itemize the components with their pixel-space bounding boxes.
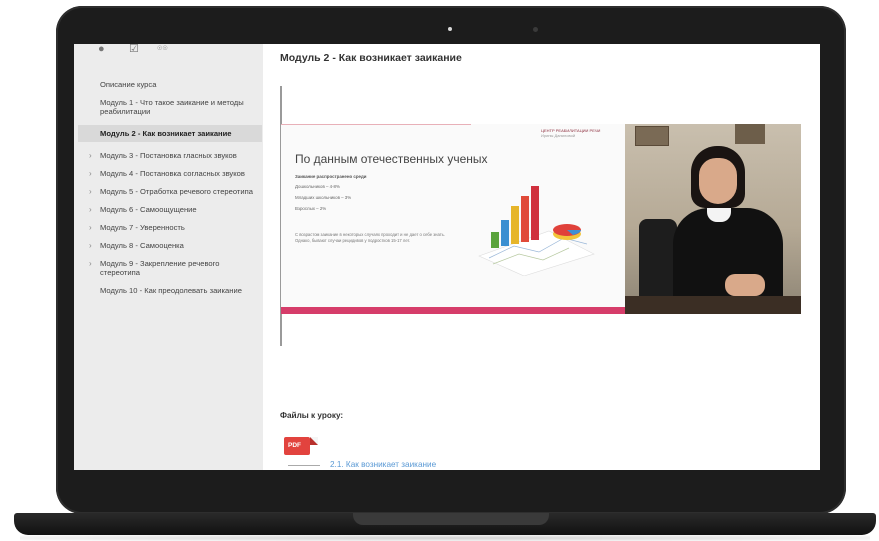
- laptop-screen: ● ☑ ☉☉ Описание курса Модуль 1 - Что так…: [74, 44, 820, 470]
- presenter-desk: [625, 296, 801, 314]
- page-title: Модуль 2 - Как возникает заикание: [280, 52, 462, 64]
- lesson-video-player[interactable]: ЦЕНТР РЕАБИЛИТАЦИИ РЕЧИ Ирины Даниловой …: [281, 124, 801, 314]
- chevron-right-icon: ›: [89, 241, 92, 250]
- sidebar-item-module-5[interactable]: › Модуль 5 - Отработка речевого стереотип…: [86, 187, 258, 196]
- pdf-file-corner: [310, 437, 318, 445]
- sidebar-item-module-9[interactable]: › Модуль 9 - Закрепление речевого стереот…: [86, 259, 258, 277]
- wall-picture: [735, 124, 765, 144]
- files-heading: Файлы к уроку:: [280, 411, 344, 420]
- sidebar-item-module-2[interactable]: Модуль 2 - Как возникает заикание: [78, 125, 262, 142]
- sidebar-item-description[interactable]: Описание курса: [86, 80, 258, 89]
- presenter-face: [699, 158, 737, 204]
- slide-bottom-bar: [281, 307, 625, 314]
- sidebar-item-label: Описание курса: [100, 80, 157, 89]
- sidebar-item-module-10[interactable]: Модуль 10 - Как преодолевать заикание: [86, 286, 258, 295]
- lesson-file-link[interactable]: 2.1. Как возникает заикание: [330, 460, 436, 469]
- slide-stat: Младших школьников – 3%: [295, 195, 352, 200]
- slide-heading: По данным отечественных ученых: [295, 152, 488, 166]
- presenter-video: [625, 124, 801, 314]
- glasses-icon[interactable]: ☉☉: [157, 44, 168, 54]
- chevron-right-icon: ›: [89, 205, 92, 214]
- laptop-shadow: [20, 535, 870, 541]
- sidebar-item-label: Модуль 3 - Постановка гласных звуков: [100, 151, 237, 160]
- laptop-notch: [353, 513, 549, 525]
- sidebar-item-label: Модуль 8 - Самооценка: [100, 241, 184, 250]
- play-circle-icon[interactable]: ●: [98, 44, 105, 55]
- file-divider: [288, 465, 320, 466]
- chevron-right-icon: ›: [89, 259, 92, 268]
- chevron-right-icon: ›: [89, 151, 92, 160]
- webcam-icon: [533, 27, 538, 32]
- camera-indicator-icon: [448, 27, 452, 31]
- slide-note: С возрастом заикание в некоторых случаях…: [295, 232, 445, 243]
- sidebar-item-module-4[interactable]: › Модуль 4 - Постановка согласных звуков: [86, 169, 258, 178]
- course-sidebar: ● ☑ ☉☉ Описание курса Модуль 1 - Что так…: [74, 44, 263, 470]
- video-slide: ЦЕНТР РЕАБИЛИТАЦИИ РЕЧИ Ирины Даниловой …: [281, 124, 625, 314]
- chevron-right-icon: ›: [89, 169, 92, 178]
- slide-stat: Дошкольников – 4-8%: [295, 184, 340, 189]
- presenter-collar: [707, 206, 731, 222]
- sidebar-item-module-8[interactable]: › Модуль 8 - Самооценка: [86, 241, 258, 250]
- sidebar-item-label: Модуль 10 - Как преодолевать заикание: [100, 286, 242, 295]
- chevron-right-icon: ›: [89, 223, 92, 232]
- sidebar-item-module-7[interactable]: › Модуль 7 - Уверенность: [86, 223, 258, 232]
- slide-logo-subtitle: Ирины Даниловой: [541, 133, 576, 138]
- pdf-file-icon[interactable]: PDF: [284, 437, 310, 455]
- sidebar-item-label: Модуль 6 - Самоощущение: [100, 205, 197, 214]
- sidebar-item-module-3[interactable]: › Модуль 3 - Постановка гласных звуков: [86, 151, 258, 160]
- sidebar-item-label: Модуль 2 - Как возникает заикание: [100, 129, 232, 138]
- sidebar-item-label: Модуль 1 - Что такое заикание и методы р…: [100, 98, 244, 116]
- checklist-icon[interactable]: ☑: [129, 44, 139, 55]
- sidebar-item-module-1[interactable]: Модуль 1 - Что такое заикание и методы р…: [86, 98, 258, 116]
- presenter-hands: [725, 274, 765, 296]
- wall-picture: [635, 126, 669, 146]
- sidebar-item-label: Модуль 4 - Постановка согласных звуков: [100, 169, 245, 178]
- lesson-content: Модуль 2 - Как возникает заикание ЦЕНТР …: [263, 44, 820, 470]
- sidebar-item-label: Модуль 5 - Отработка речевого стереотипа: [100, 187, 253, 196]
- chevron-right-icon: ›: [89, 187, 92, 196]
- slide-top-rule: [281, 124, 471, 125]
- sidebar-item-label: Модуль 7 - Уверенность: [100, 223, 185, 232]
- slide-subheading: Заикание распространено среди: [295, 174, 367, 179]
- slide-logo: ЦЕНТР РЕАБИЛИТАЦИИ РЕЧИ Ирины Даниловой: [541, 128, 621, 138]
- module-list: Описание курса Модуль 1 - Что такое заик…: [78, 80, 262, 304]
- bar-chart-illustration-icon: [478, 186, 595, 276]
- sidebar-item-label: Модуль 9 - Закрепление речевого стереоти…: [100, 259, 220, 277]
- slide-stat: Взрослых – 2%: [295, 206, 327, 211]
- sidebar-item-module-6[interactable]: › Модуль 6 - Самоощущение: [86, 205, 258, 214]
